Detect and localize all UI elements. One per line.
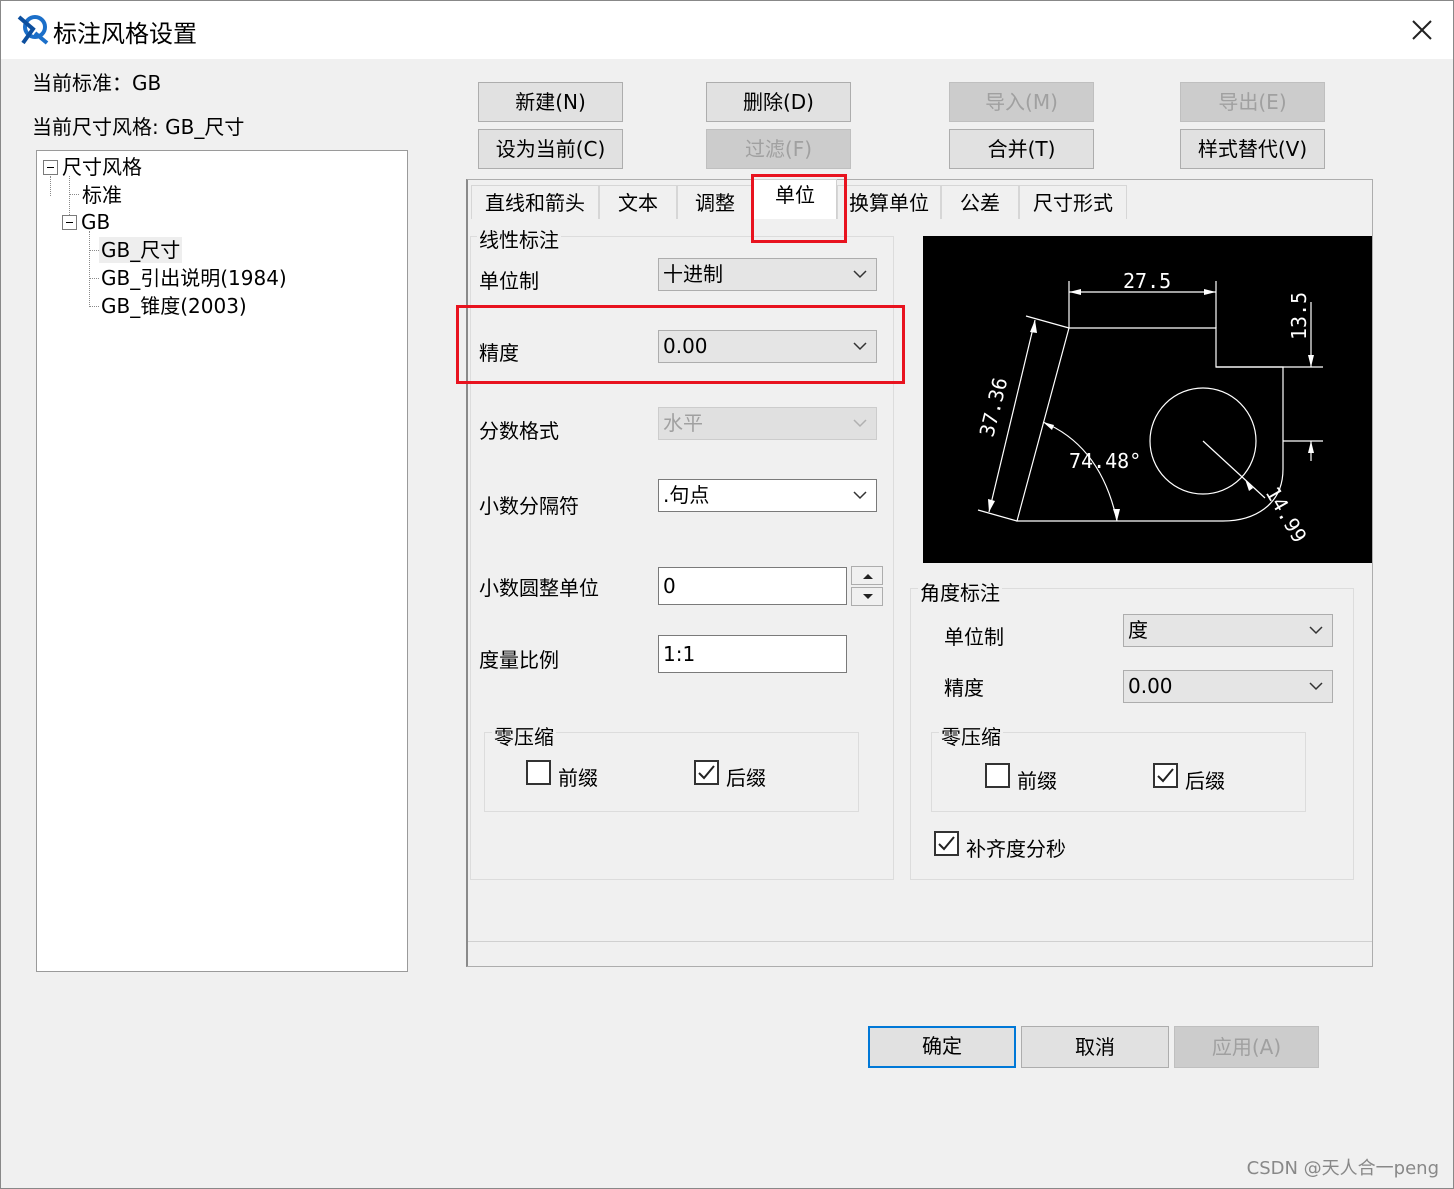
tree-connector [69,194,79,195]
tree-connector [50,176,51,196]
chevron-down-icon [1309,682,1323,691]
tree-item-gb-dimension[interactable]: GB_尺寸 [99,237,183,263]
tree-connector [89,278,99,279]
angular-unit-select[interactable]: 度 [1123,614,1333,647]
export-button[interactable]: 导出(E) [1180,82,1325,122]
chevron-down-icon [1309,626,1323,635]
watermark: CSDN @天人合一peng [1246,1158,1439,1179]
apply-button[interactable]: 应用(A) [1174,1026,1319,1068]
preview-drawing: 27.5 13.5 37.36 74.48° 14.99 [975,269,1323,547]
fraction-format-value: 水平 [663,411,703,435]
style-tree[interactable]: 尺寸风格 标准 GB GB_尺寸 GB_引出说明(1984) GB_锥度(200… [36,150,408,972]
tab-text[interactable]: 文本 [599,185,677,219]
collapse-icon[interactable] [62,215,77,230]
linear-group-title: 线性标注 [477,224,561,253]
chevron-down-icon [853,491,867,500]
arrow-down-icon [863,594,873,599]
chevron-down-icon [853,270,867,279]
angular-zero-suppress-title: 零压缩 [939,721,1003,750]
window-title: 标注风格设置 [53,20,197,48]
pad-dms-checkbox[interactable] [934,831,959,856]
tree-connector [89,231,90,307]
linear-leading-checkbox[interactable] [526,760,551,785]
scale-label: 度量比例 [479,648,559,672]
round-off-spinner[interactable] [851,566,883,606]
divider [468,941,1372,942]
close-icon[interactable] [1405,13,1439,47]
tab-fit[interactable]: 调整 [677,185,753,219]
cancel-button[interactable]: 取消 [1021,1026,1169,1068]
tree-root[interactable]: 尺寸风格 [62,154,142,180]
linear-zero-suppress-title: 零压缩 [492,721,556,750]
tree-item-gb-taper[interactable]: GB_锥度(2003) [101,293,247,319]
linear-trailing-label: 后缀 [726,766,766,790]
dimension-style-dialog: 标注风格设置 当前标准：GB 当前尺寸风格: GB_尺寸 尺寸风格 标准 GB … [0,0,1454,1189]
decimal-separator-value: .句点 [663,483,710,507]
angular-group-title: 角度标注 [918,577,1002,606]
angular-unit-label: 单位制 [944,625,1004,649]
spin-down-button[interactable] [851,587,883,606]
tab-alternate-units[interactable]: 换算单位 [837,185,941,219]
tree-item-standard[interactable]: 标准 [82,182,122,208]
new-button[interactable]: 新建(N) [478,82,623,122]
current-style-label: 当前尺寸风格: GB_尺寸 [32,115,245,139]
linear-unit-value: 十进制 [663,262,723,286]
preview-dim-angle: 74.48° [1069,449,1141,473]
check-icon [938,836,955,851]
angular-unit-value: 度 [1128,618,1148,642]
merge-button[interactable]: 合并(T) [949,129,1094,169]
spin-up-button[interactable] [851,566,883,585]
angular-trailing-checkbox[interactable] [1153,763,1178,788]
linear-precision-select[interactable]: 0.00 [658,330,877,363]
angular-leading-label: 前缀 [1017,769,1057,793]
delete-button[interactable]: 删除(D) [706,82,851,122]
fraction-format-label: 分数格式 [479,419,559,443]
round-off-label: 小数圆整单位 [479,576,599,600]
title-bar: 标注风格设置 [1,1,1453,59]
linear-leading-label: 前缀 [558,766,598,790]
angular-precision-value: 0.00 [1128,674,1173,698]
tree-connector [89,250,99,251]
chevron-down-icon [853,419,867,428]
angular-leading-checkbox[interactable] [985,763,1010,788]
style-override-button[interactable]: 样式替代(V) [1180,129,1325,169]
app-logo-icon [17,15,49,45]
decimal-separator-select[interactable]: .句点 [658,479,877,512]
linear-unit-label: 单位制 [479,269,539,293]
collapse-icon[interactable] [43,160,58,175]
pad-dms-label: 补齐度分秒 [966,837,1066,861]
tab-lines-arrows[interactable]: 直线和箭头 [471,185,599,219]
ok-button[interactable]: 确定 [868,1026,1016,1068]
linear-precision-value: 0.00 [663,334,708,358]
chevron-down-icon [853,342,867,351]
angular-precision-select[interactable]: 0.00 [1123,670,1333,703]
current-standard-label: 当前标准：GB [32,71,162,95]
set-current-button[interactable]: 设为当前(C) [478,129,623,169]
dimension-preview: 27.5 13.5 37.36 74.48° 14.99 [923,236,1372,563]
scale-input[interactable]: 1:1 [658,635,847,673]
preview-dim-radius: 14.99 [1261,483,1312,547]
linear-trailing-checkbox[interactable] [694,760,719,785]
preview-dim-top: 27.5 [1123,269,1171,293]
filter-button[interactable]: 过滤(F) [706,129,851,169]
tab-tolerance[interactable]: 公差 [941,185,1019,219]
tab-units[interactable]: 单位 [753,179,837,219]
import-button[interactable]: 导入(M) [949,82,1094,122]
preview-dim-slant: 37.36 [975,375,1013,439]
check-icon [1157,768,1174,783]
linear-unit-select[interactable]: 十进制 [658,258,877,291]
tab-dimension-form[interactable]: 尺寸形式 [1019,185,1127,219]
tree-item-gb-leader[interactable]: GB_引出说明(1984) [101,265,287,291]
round-off-input[interactable]: 0 [658,567,847,605]
arrow-up-icon [863,574,873,579]
check-icon [698,765,715,780]
fraction-format-select[interactable]: 水平 [658,407,877,440]
linear-precision-label: 精度 [479,341,519,365]
decimal-separator-label: 小数分隔符 [479,494,579,518]
angular-trailing-label: 后缀 [1185,769,1225,793]
angular-precision-label: 精度 [944,676,984,700]
tree-item-gb[interactable]: GB [81,209,110,235]
preview-dim-right: 13.5 [1287,292,1311,340]
tree-connector [89,306,99,307]
